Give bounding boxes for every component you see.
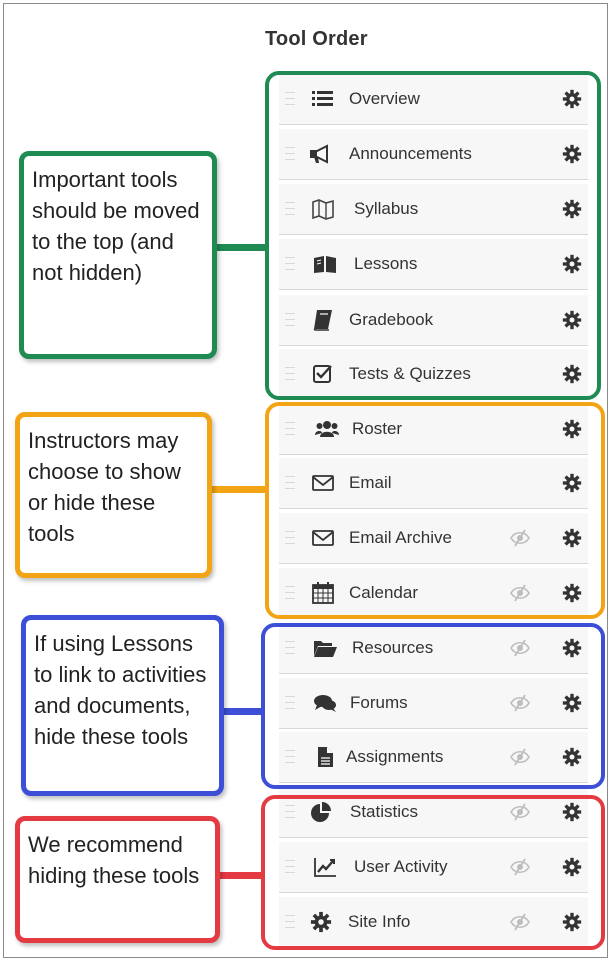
group-border-lessons — [261, 623, 605, 789]
connector-instructors — [206, 486, 268, 493]
connector-important — [212, 244, 268, 251]
callout-instructors: Instructors may choose to show or hide t… — [15, 412, 212, 578]
callout-important: Important tools should be moved to the t… — [19, 151, 217, 359]
group-border-important — [265, 71, 601, 400]
callout-recommend: We recommend hiding these tools — [15, 816, 220, 943]
connector-recommend — [216, 872, 264, 879]
group-border-recommend — [261, 795, 605, 950]
connector-lessons — [220, 708, 264, 715]
callout-lessons: If using Lessons to link to activities a… — [21, 615, 224, 796]
group-border-instructors — [265, 402, 605, 619]
